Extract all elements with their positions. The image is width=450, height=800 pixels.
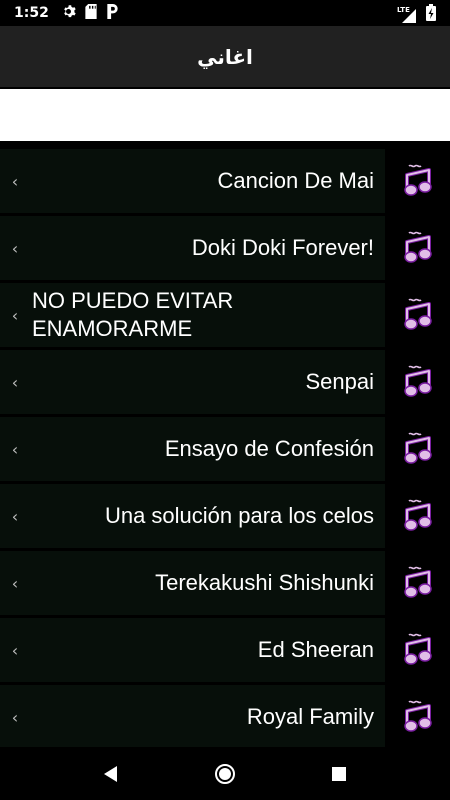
signal-icon: LTE xyxy=(397,6,416,23)
home-icon[interactable] xyxy=(212,761,238,787)
page-title: اغاني xyxy=(197,44,253,69)
song-title: Senpai xyxy=(305,369,374,394)
chevron-left-icon: ‹ xyxy=(11,439,19,459)
song-row[interactable]: ‹ Ensayo de Confesión xyxy=(0,417,450,481)
song-row[interactable]: ‹ Una solución para los celos xyxy=(0,484,450,548)
music-note-icon xyxy=(385,551,450,615)
song-title: Cancion De Mai xyxy=(217,168,374,193)
song-row[interactable]: ‹ Senpai xyxy=(0,350,450,414)
song-title: Royal Family xyxy=(246,704,374,729)
status-icons-left xyxy=(61,3,119,23)
song-title: NO PUEDO EVITAR ENAMORARME xyxy=(32,288,234,341)
song-row[interactable]: ‹ Ed Sheeran xyxy=(0,618,450,682)
back-icon[interactable] xyxy=(98,761,124,787)
status-icons-right: LTE xyxy=(397,4,436,25)
music-note-icon xyxy=(385,283,450,347)
toolbar: اغاني xyxy=(0,26,450,87)
song-row[interactable]: ‹ Terekakushi Shishunki xyxy=(0,551,450,615)
navigation-bar xyxy=(0,747,450,800)
song-title: Ensayo de Confesión xyxy=(164,436,374,461)
song-row[interactable]: ‹ Cancion De Mai xyxy=(0,149,450,213)
parking-icon xyxy=(106,3,119,23)
battery-icon xyxy=(426,4,436,25)
music-note-icon xyxy=(385,149,450,213)
chevron-left-icon: ‹ xyxy=(11,707,19,727)
chevron-left-icon: ‹ xyxy=(11,372,19,392)
music-note-icon xyxy=(385,484,450,548)
recents-icon[interactable] xyxy=(326,761,352,787)
music-note-icon xyxy=(385,216,450,280)
search-input[interactable] xyxy=(0,89,450,141)
chevron-left-icon: ‹ xyxy=(11,573,19,593)
song-list: ‹ Cancion De Mai ‹ Doki Doki Forever! ‹ … xyxy=(0,149,450,752)
music-note-icon xyxy=(385,417,450,481)
chevron-left-icon: ‹ xyxy=(11,171,19,191)
music-note-icon xyxy=(385,618,450,682)
song-title: Ed Sheeran xyxy=(257,637,374,662)
music-note-icon xyxy=(385,350,450,414)
sd-card-icon xyxy=(85,3,97,23)
chevron-left-icon: ‹ xyxy=(11,640,19,660)
song-title: Terekakushi Shishunki xyxy=(155,570,374,595)
song-title: Una solución para los celos xyxy=(104,503,374,528)
song-row[interactable]: ‹ Royal Family xyxy=(0,685,450,749)
song-row[interactable]: ‹ Doki Doki Forever! xyxy=(0,216,450,280)
song-row[interactable]: ‹ NO PUEDO EVITAR ENAMORARME xyxy=(0,283,450,347)
status-bar: 1:52 LTE xyxy=(0,0,450,26)
chevron-left-icon: ‹ xyxy=(11,305,19,325)
music-note-icon xyxy=(385,685,450,749)
status-time: 1:52 xyxy=(14,5,49,21)
chevron-left-icon: ‹ xyxy=(11,506,19,526)
chevron-left-icon: ‹ xyxy=(11,238,19,258)
gear-icon xyxy=(61,4,76,23)
song-title: Doki Doki Forever! xyxy=(191,235,374,260)
